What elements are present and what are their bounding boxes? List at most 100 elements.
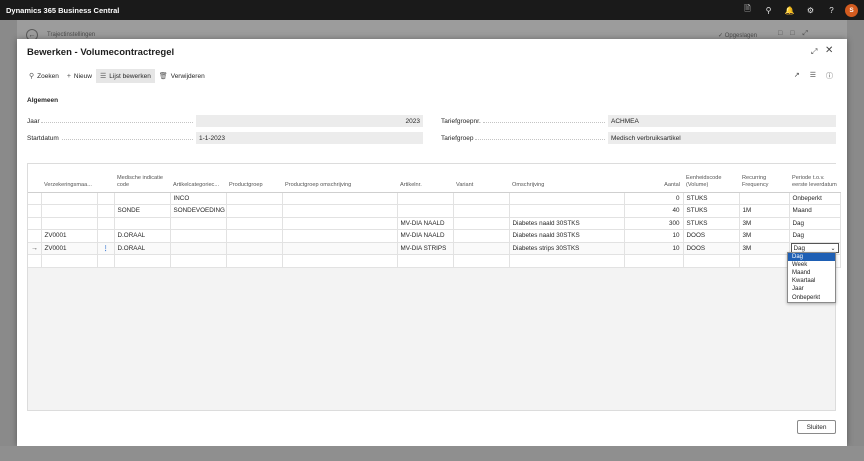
cell-periode[interactable]: Dag — [789, 229, 841, 243]
jaar-field[interactable]: 2023 — [196, 115, 423, 127]
cell-empty[interactable] — [453, 254, 510, 268]
cell-medische-indicatie[interactable]: D.ORAAL — [114, 242, 171, 255]
cell-productgroep[interactable] — [226, 192, 283, 205]
table-row[interactable]: SONDE SONDEVOEDING 40 STUKS 1M Maand — [28, 204, 841, 218]
cell-artikelcategorie[interactable] — [170, 242, 227, 255]
tariefgroepnr-field[interactable]: ACHMEA — [608, 115, 836, 127]
row-menu-cell[interactable] — [97, 229, 115, 243]
cell-aantal[interactable]: 40 — [624, 204, 684, 218]
cell-empty[interactable] — [282, 254, 398, 268]
cell-omschrijving[interactable]: Diabetes naald 30STKS — [509, 217, 625, 230]
cell-eenheidscode[interactable]: STUKS — [683, 217, 740, 230]
col-header-medische-indicatie-code[interactable]: Medische indicatie code — [114, 164, 170, 193]
search-button[interactable]: ⚲ Zoeken — [25, 69, 63, 83]
delete-button[interactable]: 🗑 Verwijderen — [155, 69, 209, 83]
gear-icon[interactable]: ⚙ — [800, 0, 821, 20]
cell-artikelcategorie[interactable]: INCO — [170, 192, 227, 205]
startdatum-field[interactable]: 1-1-2023 — [196, 132, 423, 144]
cell-variant[interactable] — [453, 192, 510, 205]
cell-medische-indicatie[interactable] — [114, 217, 171, 230]
list-view-icon[interactable]: ☰ — [810, 71, 816, 81]
col-header-aantal[interactable]: Aantal — [624, 164, 683, 193]
cell-variant[interactable] — [453, 204, 510, 218]
cell-aantal[interactable]: 0 — [624, 192, 684, 205]
cell-omschrijving[interactable]: Diabetes naald 30STKS — [509, 229, 625, 243]
info-icon[interactable]: ⓘ — [826, 71, 833, 81]
cell-empty[interactable] — [683, 254, 740, 268]
cell-verzekeringsmaatschappij[interactable] — [41, 217, 98, 230]
cell-periode[interactable]: Onbeperkt — [789, 192, 841, 205]
cell-artikelnr[interactable]: MV-DIA STRIPS — [397, 242, 454, 255]
cell-eenheidscode[interactable]: DOOS — [683, 242, 740, 255]
row-menu-cell[interactable] — [97, 192, 115, 205]
table-row[interactable]: ZV0001 D.ORAAL MV-DIA NAALD Diabetes naa… — [28, 229, 841, 243]
col-header-artikelcategoriecode[interactable]: Artikelcategoriec... — [170, 164, 226, 193]
row-menu-cell[interactable] — [97, 217, 115, 230]
cell-verzekeringsmaatschappij[interactable]: ZV0001 — [41, 242, 98, 255]
cell-eenheidscode[interactable]: STUKS — [683, 204, 740, 218]
help-icon[interactable]: ? — [821, 0, 842, 20]
cell-recurring-frequency[interactable] — [739, 192, 790, 205]
cell-periode[interactable]: Maand — [789, 204, 841, 218]
col-header-productgroep-omschrijving[interactable]: Productgroep omschrijving — [282, 164, 397, 193]
row-menu-cell[interactable]: ⋮ — [97, 242, 115, 255]
cell-artikelcategorie[interactable] — [170, 217, 227, 230]
cell-medische-indicatie[interactable]: D.ORAAL — [114, 229, 171, 243]
close-button[interactable]: Sluiten — [797, 420, 836, 434]
cell-recurring-frequency[interactable]: 3M — [739, 229, 790, 243]
cell-artikelcategorie[interactable] — [170, 229, 227, 243]
cell-productgroep[interactable] — [226, 217, 283, 230]
cell-artikelnr[interactable] — [397, 204, 454, 218]
cell-productgroep[interactable] — [226, 242, 283, 255]
table-row[interactable]: MV-DIA NAALD Diabetes naald 30STKS 300 S… — [28, 217, 841, 230]
cell-medische-indicatie[interactable] — [114, 192, 171, 205]
dropdown-option[interactable]: Week — [788, 261, 835, 269]
cell-productgroep-omschrijving[interactable] — [282, 204, 398, 218]
cell-productgroep[interactable] — [226, 229, 283, 243]
col-header-recurring-frequency[interactable]: Recurring Frequency — [739, 164, 789, 193]
document-icon[interactable]: 🗎 — [737, 0, 758, 20]
cell-omschrijving[interactable] — [509, 192, 625, 205]
cell-aantal[interactable]: 10 — [624, 242, 684, 255]
cell-productgroep-omschrijving[interactable] — [282, 217, 398, 230]
dropdown-option[interactable]: Onbeperkt — [788, 293, 835, 301]
cell-omschrijving[interactable] — [509, 204, 625, 218]
table-row[interactable]: INCO 0 STUKS Onbeperkt — [28, 192, 841, 205]
more-options-icon[interactable]: ⋮ — [102, 245, 108, 252]
cell-periode[interactable]: Dag — [789, 217, 841, 230]
table-row-current[interactable]: → ZV0001 ⋮ D.ORAAL MV-DIA STRIPS Diabete… — [28, 242, 841, 255]
cell-recurring-frequency[interactable]: 3M — [739, 242, 790, 255]
cell-variant[interactable] — [453, 217, 510, 230]
cell-variant[interactable] — [453, 242, 510, 255]
section-title[interactable]: Algemeen — [27, 97, 58, 104]
table-row-empty[interactable] — [28, 254, 841, 268]
cell-medische-indicatie[interactable]: SONDE — [114, 204, 171, 218]
col-header-verzekeringsmaatschappij[interactable]: Verzekeringsmaa... — [41, 164, 97, 193]
col-header-artikelnr[interactable]: Artikelnr. — [397, 164, 453, 193]
cell-artikelnr[interactable]: MV-DIA NAALD — [397, 217, 454, 230]
cell-empty[interactable] — [97, 254, 115, 268]
cell-artikelnr[interactable]: MV-DIA NAALD — [397, 229, 454, 243]
cell-empty[interactable] — [624, 254, 684, 268]
cell-verzekeringsmaatschappij[interactable] — [41, 192, 98, 205]
cell-artikelcategorie[interactable]: SONDEVOEDING — [170, 204, 227, 218]
cell-productgroep-omschrijving[interactable] — [282, 242, 398, 255]
cell-verzekeringsmaatschappij[interactable] — [41, 204, 98, 218]
cell-empty[interactable] — [170, 254, 227, 268]
app-title[interactable]: Dynamics 365 Business Central — [0, 6, 737, 15]
search-icon[interactable]: ⚲ — [758, 0, 779, 20]
dropdown-option[interactable]: Maand — [788, 269, 835, 277]
cell-aantal[interactable]: 300 — [624, 217, 684, 230]
close-icon[interactable]: ✕ — [825, 45, 833, 56]
dropdown-option[interactable]: Jaar — [788, 285, 835, 293]
cell-aantal[interactable]: 10 — [624, 229, 684, 243]
dropdown-option[interactable]: Kwartaal — [788, 277, 835, 285]
collapse-icon[interactable]: ⤢ — [811, 47, 817, 57]
col-header-omschrijving[interactable]: Omschrijving — [509, 164, 624, 193]
row-menu-cell[interactable] — [97, 204, 115, 218]
cell-empty[interactable] — [739, 254, 790, 268]
cell-variant[interactable] — [453, 229, 510, 243]
cell-verzekeringsmaatschappij[interactable]: ZV0001 — [41, 229, 98, 243]
cell-recurring-frequency[interactable]: 1M — [739, 204, 790, 218]
tariefgroep-field[interactable]: Medisch verbruiksartikel — [608, 132, 836, 144]
